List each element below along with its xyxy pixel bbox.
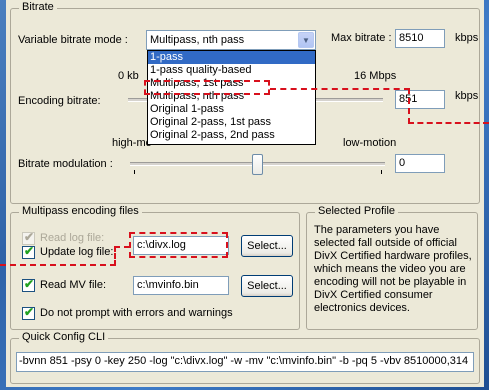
dropdown-option[interactable]: Original 2-pass, 2nd pass: [148, 129, 315, 142]
bitrate-group-label: Bitrate: [19, 1, 57, 13]
annotation-line-right: [408, 122, 489, 124]
settings-panel: Bitrate Variable bitrate mode : Multipas…: [6, 0, 484, 387]
select-mv-button[interactable]: Select...: [241, 275, 293, 297]
low-motion-label: low-motion: [343, 137, 397, 149]
annotation-line-top: [270, 88, 410, 90]
mv-path-input[interactable]: c:\mvinfo.bin: [133, 276, 229, 295]
max-bitrate-unit: kbps: [455, 32, 479, 44]
profile-line: which means the video you are: [314, 263, 466, 275]
update-log-label: Update log file:: [40, 246, 114, 258]
vbr-mode-dropdown: 1-pass 1-pass quality-based Multipass, 1…: [147, 50, 316, 145]
annotation-box-multipass-1st: [144, 80, 270, 95]
profile-line: encoding will not be playable in: [314, 276, 467, 288]
read-log-label: Read log file:: [40, 232, 105, 244]
check-icon: ✔: [24, 244, 35, 258]
bitrate-modulation-label: Bitrate modulation :: [18, 158, 113, 170]
profile-line: DivX Certified consumer: [314, 289, 433, 301]
profile-line: DivX Certified hardware profiles,: [314, 250, 472, 262]
read-mv-label: Read MV file:: [40, 279, 107, 291]
bitrate-scale-left: 0 kb: [118, 70, 139, 82]
check-icon: ✔: [24, 305, 35, 319]
dropdown-option[interactable]: 1-pass: [148, 51, 315, 64]
multipass-group-label: Multipass encoding files: [19, 205, 142, 217]
vbr-mode-value: Multipass, nth pass: [150, 34, 245, 46]
profile-line: selected fall outside of official: [314, 237, 457, 249]
quick-config-label: Quick Config CLI: [19, 331, 109, 343]
select-log-button[interactable]: Select...: [241, 235, 293, 257]
encoding-bitrate-input[interactable]: 851: [395, 90, 445, 109]
annotation-box-log-path: [129, 232, 228, 258]
annotation-line-left-connect: [114, 246, 130, 248]
annotation-line-left: [0, 264, 116, 266]
check-icon: ✔: [24, 277, 35, 291]
modulation-slider-thumb[interactable]: [252, 154, 263, 175]
profile-message: The parameters you have selected fall ou…: [314, 224, 472, 315]
cli-input[interactable]: -bvnn 851 -psy 0 -key 250 -log "c:\divx.…: [16, 352, 474, 372]
max-bitrate-label: Max bitrate :: [331, 32, 392, 44]
screenshot-stage: Bitrate Variable bitrate mode : Multipas…: [0, 0, 489, 390]
read-mv-checkbox[interactable]: ✔: [22, 277, 35, 292]
check-icon: ✔: [24, 230, 35, 244]
encoding-bitrate-label: Encoding bitrate:: [18, 95, 101, 107]
profile-line: electronics devices.: [314, 302, 410, 314]
profile-group-label: Selected Profile: [315, 205, 399, 217]
dropdown-option[interactable]: Original 1-pass: [148, 103, 315, 116]
profile-line: The parameters you have: [314, 224, 440, 236]
bitrate-scale-right: 16 Mbps: [354, 70, 397, 82]
bitrate-modulation-input[interactable]: 0: [395, 154, 445, 173]
encoding-bitrate-unit: kbps: [455, 90, 479, 102]
dropdown-option[interactable]: Original 2-pass, 1st pass: [148, 116, 315, 129]
dropdown-option[interactable]: 1-pass quality-based: [148, 64, 315, 77]
vbr-mode-select[interactable]: Multipass, nth pass ▼: [146, 30, 316, 50]
update-log-checkbox[interactable]: ✔: [22, 244, 35, 259]
no-prompt-label: Do not prompt with errors and warnings: [40, 307, 233, 319]
max-bitrate-input[interactable]: 8510: [395, 29, 445, 48]
modulation-tick-right: [381, 170, 382, 174]
modulation-tick-left: [134, 170, 135, 174]
vbr-mode-label: Variable bitrate mode :: [18, 34, 128, 46]
high-motion-label: high-mo: [112, 137, 152, 149]
annotation-line-left-vertical: [114, 246, 116, 266]
chevron-down-icon[interactable]: ▼: [298, 32, 314, 48]
annotation-line-vertical: [408, 88, 410, 124]
no-prompt-checkbox[interactable]: ✔: [22, 305, 35, 320]
